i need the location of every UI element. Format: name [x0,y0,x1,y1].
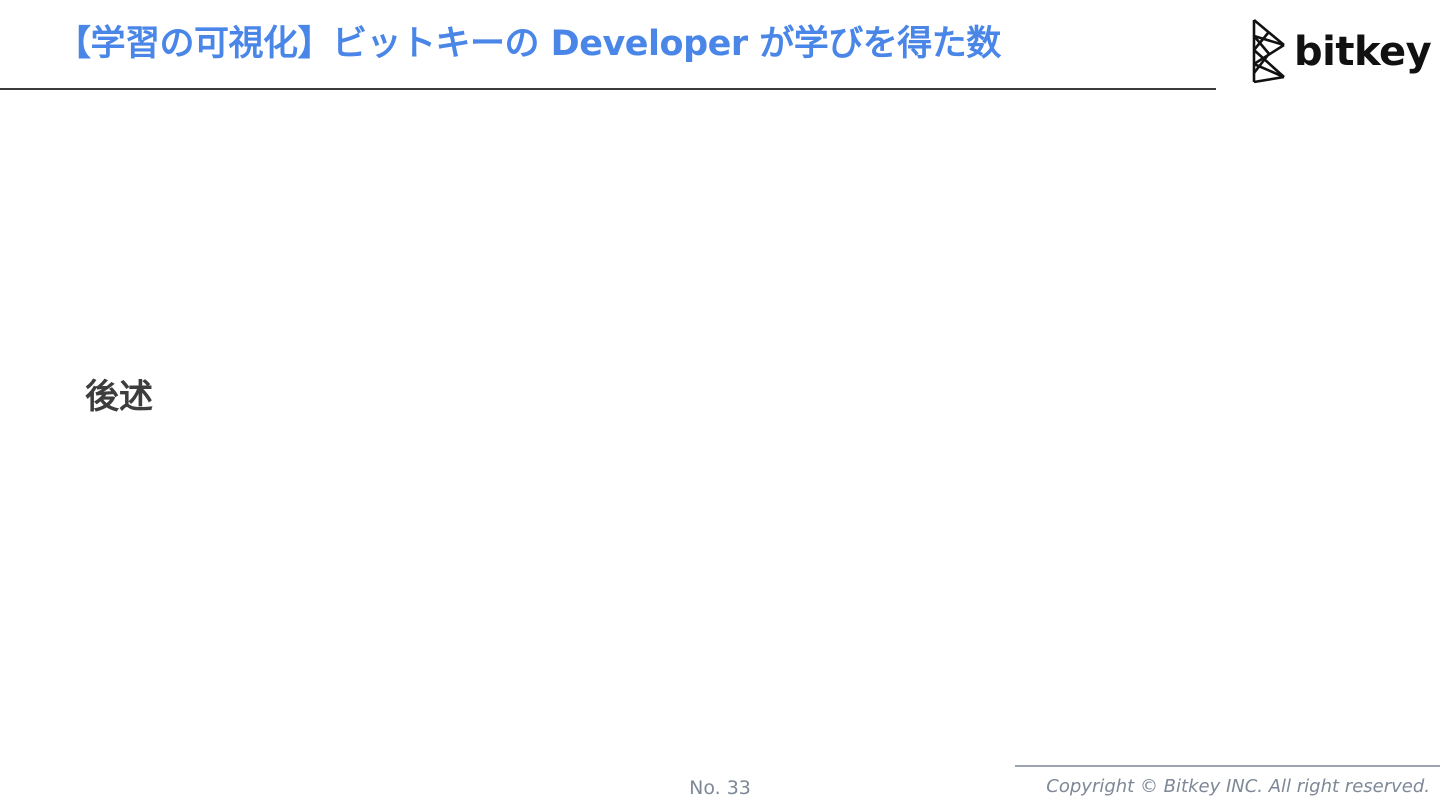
bitkey-logo: bitkey [1250,16,1432,86]
page-number: No. 33 [689,777,751,799]
body-text: 後述 [85,377,153,417]
footer-divider [1015,765,1440,767]
copyright-notice: Copyright © Bitkey INC. All right reserv… [1046,776,1430,797]
bitkey-logo-icon [1252,19,1285,84]
slide-title: 【学習の可視化】ビットキーの Developer が学びを得た数 [56,24,1001,64]
title-divider [0,88,1216,90]
bitkey-wordmark: bitkey [1294,29,1432,75]
slide: 【学習の可視化】ビットキーの Developer が学びを得た数 bitkey … [0,0,1440,810]
